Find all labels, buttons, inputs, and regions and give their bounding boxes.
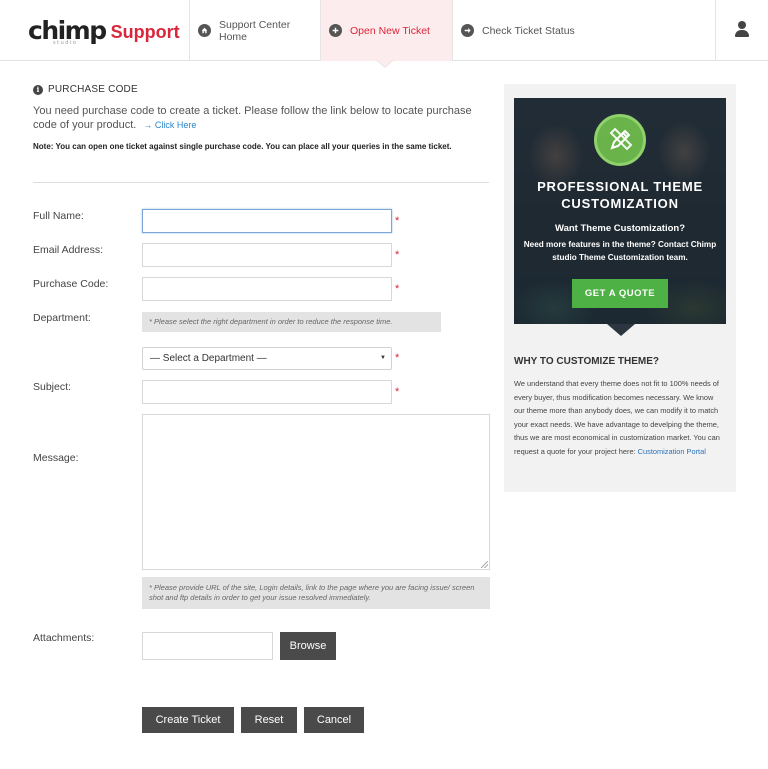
purchase-code-input[interactable]: [142, 277, 392, 301]
full-name-label: Full Name:: [33, 210, 84, 222]
nav-label: Check Ticket Status: [482, 24, 575, 37]
home-icon: [198, 24, 211, 37]
department-hint: * Please select the right department in …: [142, 312, 441, 332]
nav-label: Open New Ticket: [350, 24, 430, 37]
why-customize-heading: WHY TO CUSTOMIZE THEME?: [514, 356, 660, 367]
pencil-ruler-icon: [594, 114, 646, 166]
nav-divider: [715, 0, 716, 61]
nav-label: Support Center Home: [219, 18, 291, 43]
department-selected-value: — Select a Department —: [150, 353, 267, 364]
message-label: Message:: [33, 452, 79, 464]
plus-icon: [329, 24, 342, 37]
nav-open-ticket[interactable]: Open New Ticket: [321, 0, 452, 61]
attachment-file-field[interactable]: [142, 632, 273, 660]
why-customize-text: We understand that every theme does not …: [514, 377, 726, 458]
department-select[interactable]: — Select a Department — ▼: [142, 347, 392, 370]
top-header: chimp Support studio Support Center Home…: [0, 0, 768, 61]
logo-studio-text: studio: [53, 40, 78, 46]
purchase-code-label: Purchase Code:: [33, 278, 109, 290]
click-here-label: Click Here: [154, 119, 197, 130]
customization-promo-banner: PROFESSIONAL THEME CUSTOMIZATION Want Th…: [514, 98, 726, 324]
purchase-code-description: You need purchase code to create a ticke…: [33, 105, 493, 132]
why-customize-body: We understand that every theme does not …: [514, 379, 720, 456]
department-hint-text: * Please select the right department in …: [149, 317, 393, 326]
create-ticket-button[interactable]: Create Ticket: [142, 707, 234, 733]
department-label: Department:: [33, 312, 91, 324]
cancel-button[interactable]: Cancel: [304, 707, 364, 733]
arrow-right-icon: [461, 24, 474, 37]
section-divider: [33, 182, 489, 183]
purchase-code-text: You need purchase code to create a ticke…: [33, 105, 472, 131]
email-label: Email Address:: [33, 244, 104, 256]
promo-title: PROFESSIONAL THEME CUSTOMIZATION: [537, 179, 703, 211]
nav-support-home[interactable]: Support Center Home: [190, 0, 320, 61]
required-marker: *: [395, 386, 400, 398]
purchase-code-title: PURCHASE CODE: [48, 84, 138, 95]
message-hint: * Please provide URL of the site, Login …: [142, 577, 490, 609]
logo[interactable]: chimp Support studio: [28, 14, 180, 47]
reset-button[interactable]: Reset: [241, 707, 297, 733]
email-input[interactable]: [142, 243, 392, 267]
active-tab-pointer-fill: [377, 60, 393, 67]
customization-portal-link[interactable]: Customization Portal: [638, 447, 706, 456]
promo-subtitle: Want Theme Customization?: [554, 223, 685, 234]
get-a-quote-button[interactable]: GET A QUOTE: [572, 279, 668, 308]
purchase-code-heading: i PURCHASE CODE: [33, 84, 138, 95]
click-here-link[interactable]: → Click Here: [143, 120, 196, 130]
required-marker: *: [395, 283, 400, 295]
subject-input[interactable]: [142, 380, 392, 404]
required-marker: *: [395, 352, 400, 364]
required-marker: *: [395, 249, 400, 261]
required-marker: *: [395, 215, 400, 227]
resize-grip-icon[interactable]: [481, 561, 488, 568]
message-textarea[interactable]: [142, 414, 490, 570]
logo-support-text: Support: [110, 22, 180, 42]
promo-pointer: [607, 324, 635, 336]
user-icon[interactable]: [735, 21, 749, 37]
full-name-input[interactable]: [142, 209, 392, 233]
nav-check-status[interactable]: Check Ticket Status: [453, 0, 603, 61]
attachments-label: Attachments:: [33, 632, 95, 644]
browse-button[interactable]: Browse: [280, 632, 336, 660]
info-icon: i: [33, 84, 43, 95]
dropdown-caret-icon: ▼: [380, 355, 386, 361]
message-hint-text: * Please provide URL of the site, Login …: [149, 583, 475, 602]
subject-label: Subject:: [33, 381, 71, 393]
purchase-code-note: Note: You can open one ticket against si…: [33, 142, 452, 151]
promo-description: Need more features in the theme? Contact…: [523, 240, 717, 262]
